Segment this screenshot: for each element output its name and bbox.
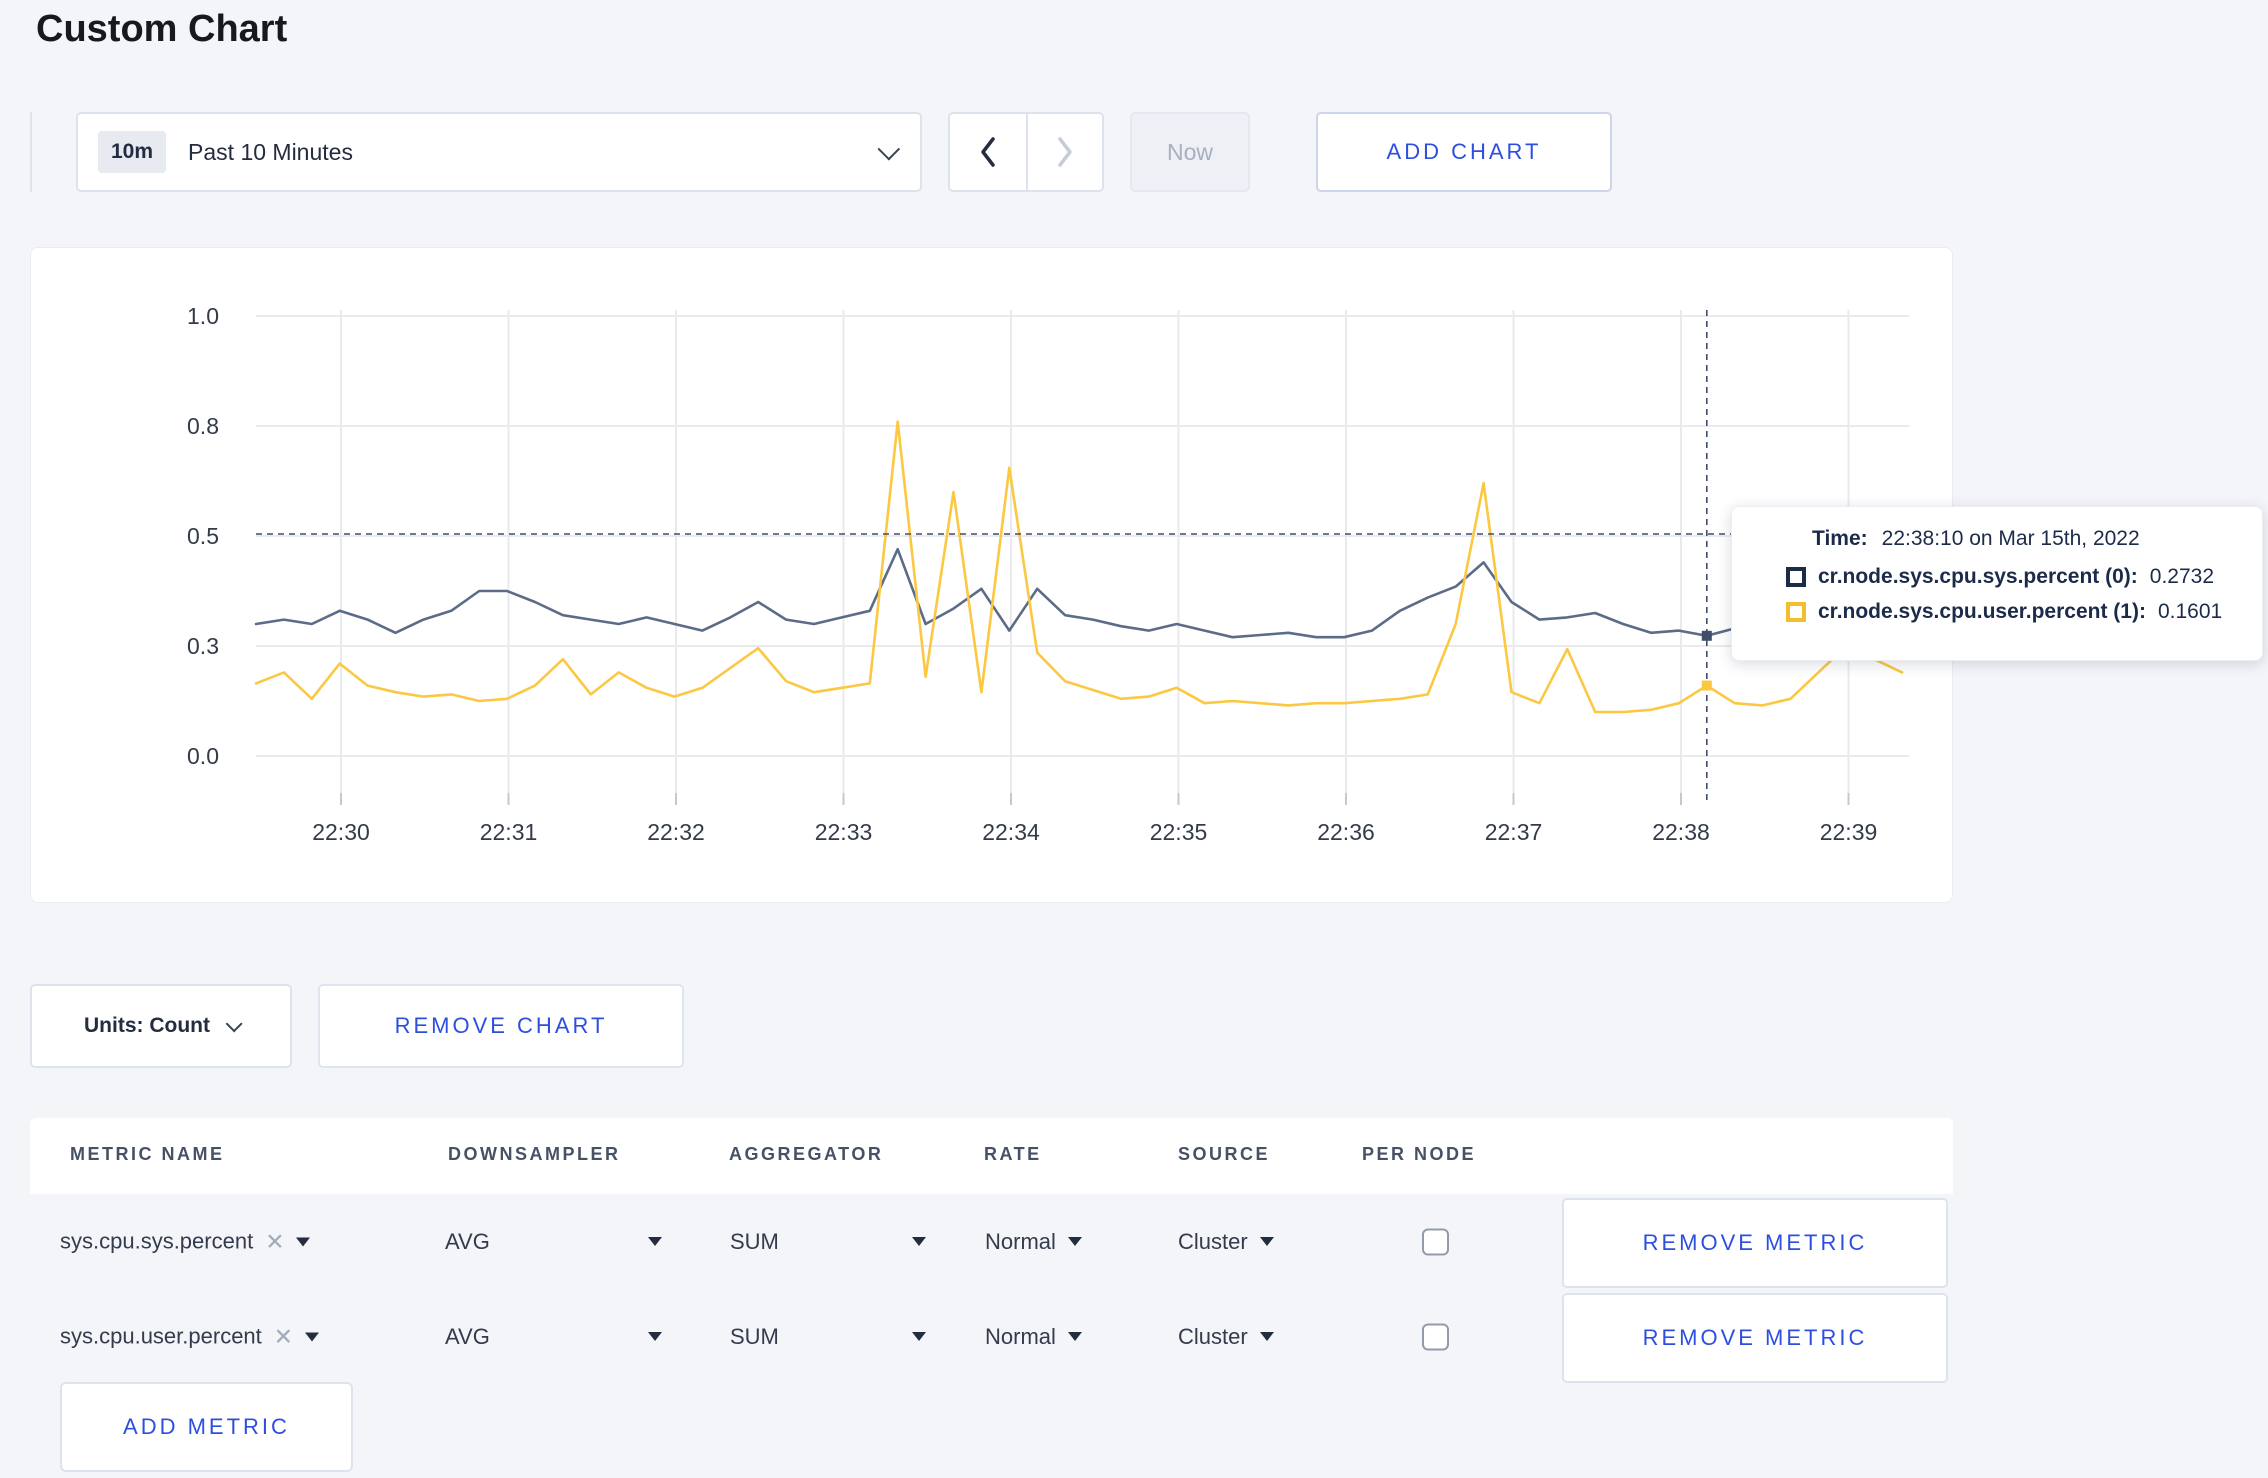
chevron-down-icon bbox=[877, 137, 901, 161]
remove-metric-button[interactable]: REMOVE METRIC bbox=[1562, 1293, 1948, 1383]
x-axis-tick-label: 22:34 bbox=[982, 819, 1040, 845]
caret-down-icon bbox=[648, 1332, 662, 1341]
y-axis-tick-label: 0.0 bbox=[187, 743, 219, 769]
column-header-source: SOURCE bbox=[1178, 1144, 1271, 1164]
caret-down-icon bbox=[1259, 1237, 1274, 1246]
time-window-badge: 10m bbox=[98, 131, 167, 173]
source-value: Cluster bbox=[1178, 1323, 1248, 1349]
column-header-aggregator: AGGREGATOR bbox=[729, 1144, 884, 1164]
tooltip-series-value: 0.1601 bbox=[2157, 600, 2223, 623]
tooltip-time: Time: 22:38:10 on Mar 15th, 2022 bbox=[1812, 527, 2262, 551]
series-swatch-icon bbox=[1786, 567, 1806, 587]
chevron-down-icon bbox=[225, 1015, 243, 1033]
rate-select[interactable]: Normal bbox=[985, 1229, 1082, 1255]
source-value: Cluster bbox=[1178, 1228, 1248, 1254]
x-axis-tick-label: 22:37 bbox=[1485, 819, 1543, 845]
column-header-per-node: PER NODE bbox=[1362, 1144, 1477, 1164]
caret-down-icon bbox=[1067, 1237, 1082, 1246]
series-swatch-icon bbox=[1786, 602, 1806, 622]
caret-down-icon bbox=[648, 1237, 662, 1246]
caret-down-icon bbox=[912, 1332, 926, 1341]
caret-down-icon bbox=[1067, 1332, 1082, 1341]
x-axis-tick-label: 22:31 bbox=[480, 819, 538, 845]
toolbar-divider bbox=[30, 112, 32, 192]
remove-metric-button[interactable]: REMOVE METRIC bbox=[1562, 1198, 1948, 1288]
aggregator-value: SUM bbox=[730, 1323, 779, 1349]
crosshair-point bbox=[1701, 630, 1712, 641]
y-axis-tick-label: 0.3 bbox=[187, 633, 219, 659]
aggregator-select[interactable]: SUM bbox=[730, 1324, 926, 1350]
y-axis-tick-label: 0.8 bbox=[187, 413, 219, 439]
tooltip-series-value: 0.2732 bbox=[2149, 565, 2215, 588]
caret-down-icon bbox=[305, 1332, 320, 1341]
page-title: Custom Chart bbox=[36, 8, 288, 50]
units-label: Units: Count bbox=[84, 1014, 210, 1037]
source-select[interactable]: Cluster bbox=[1178, 1324, 1274, 1350]
column-header-downsampler: DOWNSAMPLER bbox=[448, 1144, 621, 1164]
chevron-right-icon bbox=[1058, 137, 1072, 167]
crosshair-point bbox=[1701, 680, 1712, 691]
add-chart-button[interactable]: ADD CHART bbox=[1316, 112, 1612, 192]
x-axis-tick-label: 22:35 bbox=[1150, 819, 1208, 845]
series-line bbox=[254, 547, 1904, 639]
x-axis-tick-label: 22:33 bbox=[815, 819, 873, 845]
column-header-rate: RATE bbox=[984, 1144, 1042, 1164]
chart-controls-row: Units: Count REMOVE CHART bbox=[30, 984, 684, 1068]
now-button[interactable]: Now bbox=[1130, 112, 1250, 192]
caret-down-icon bbox=[296, 1237, 311, 1246]
tooltip-series-row: cr.node.sys.cpu.sys.percent (0): 0.2732 bbox=[1786, 565, 2262, 589]
next-time-button[interactable] bbox=[1026, 114, 1102, 190]
y-axis-tick-label: 1.0 bbox=[187, 303, 219, 329]
metric-name-select[interactable]: sys.cpu.sys.percent ✕ bbox=[60, 1228, 311, 1255]
tooltip-series-row: cr.node.sys.cpu.user.percent (1): 0.1601 bbox=[1786, 600, 2262, 624]
chart-tooltip: Time: 22:38:10 on Mar 15th, 2022 cr.node.… bbox=[1731, 506, 2263, 661]
tooltip-time-label: Time: bbox=[1812, 527, 1868, 550]
x-axis-tick-label: 22:38 bbox=[1652, 819, 1710, 845]
series-line bbox=[254, 420, 1904, 714]
x-axis-tick-label: 22:36 bbox=[1317, 819, 1375, 845]
source-select[interactable]: Cluster bbox=[1178, 1229, 1274, 1255]
caret-down-icon bbox=[1259, 1332, 1274, 1341]
chart-plot[interactable]: 1.0 0.8 0.5 0.3 0.0 22:30 22:31 22:32 22:33 22:34… bbox=[31, 248, 1954, 904]
per-node-checkbox[interactable] bbox=[1422, 1323, 1449, 1350]
remove-chart-button[interactable]: REMOVE CHART bbox=[318, 984, 684, 1068]
clear-metric-icon[interactable]: ✕ bbox=[265, 1228, 284, 1255]
x-axis-tick-label: 22:39 bbox=[1820, 819, 1878, 845]
add-metric-button[interactable]: ADD METRIC bbox=[60, 1382, 353, 1472]
time-nav-group bbox=[948, 112, 1104, 192]
tooltip-series-label: cr.node.sys.cpu.user.percent (1): bbox=[1818, 600, 2146, 623]
x-axis-tick-label: 22:30 bbox=[312, 819, 370, 845]
chevron-left-icon bbox=[981, 137, 995, 167]
rate-select[interactable]: Normal bbox=[985, 1324, 1082, 1350]
time-window-label: Past 10 Minutes bbox=[188, 138, 353, 165]
toolbar: 10m Past 10 Minutes Now ADD CHART bbox=[30, 112, 1612, 192]
downsampler-value: AVG bbox=[445, 1228, 490, 1254]
downsampler-value: AVG bbox=[445, 1323, 490, 1349]
time-window-select[interactable]: 10m Past 10 Minutes bbox=[76, 112, 922, 192]
units-select[interactable]: Units: Count bbox=[30, 984, 292, 1068]
table-row: sys.cpu.user.percent ✕ AVG SUM Normal Cl… bbox=[30, 1289, 1953, 1384]
metric-name-value: sys.cpu.sys.percent bbox=[60, 1228, 254, 1254]
per-node-checkbox[interactable] bbox=[1422, 1228, 1449, 1255]
chart-card: 1.0 0.8 0.5 0.3 0.0 22:30 22:31 22:32 22:33 22:34… bbox=[30, 247, 2263, 904]
prev-time-button[interactable] bbox=[950, 114, 1026, 190]
metric-name-value: sys.cpu.user.percent bbox=[60, 1323, 262, 1349]
aggregator-value: SUM bbox=[730, 1228, 779, 1254]
rate-value: Normal bbox=[985, 1228, 1056, 1254]
downsampler-select[interactable]: AVG bbox=[445, 1324, 662, 1350]
caret-down-icon bbox=[912, 1237, 926, 1246]
table-row: sys.cpu.sys.percent ✕ AVG SUM Normal Clu… bbox=[30, 1194, 1953, 1289]
y-axis-tick-label: 0.5 bbox=[187, 523, 219, 549]
column-header-metric-name: METRIC NAME bbox=[70, 1144, 225, 1164]
clear-metric-icon[interactable]: ✕ bbox=[274, 1323, 293, 1350]
metric-name-select[interactable]: sys.cpu.user.percent ✕ bbox=[60, 1323, 320, 1350]
rate-value: Normal bbox=[985, 1323, 1056, 1349]
aggregator-select[interactable]: SUM bbox=[730, 1229, 926, 1255]
tooltip-series-label: cr.node.sys.cpu.sys.percent (0): bbox=[1818, 565, 2138, 588]
metrics-table-header: METRIC NAME DOWNSAMPLER AGGREGATOR RATE … bbox=[30, 1118, 1953, 1194]
tooltip-time-value: 22:38:10 on Mar 15th, 2022 bbox=[1881, 527, 2140, 550]
metrics-table-body: sys.cpu.sys.percent ✕ AVG SUM Normal Clu… bbox=[30, 1194, 1953, 1384]
x-axis-tick-label: 22:32 bbox=[647, 819, 705, 845]
downsampler-select[interactable]: AVG bbox=[445, 1229, 662, 1255]
